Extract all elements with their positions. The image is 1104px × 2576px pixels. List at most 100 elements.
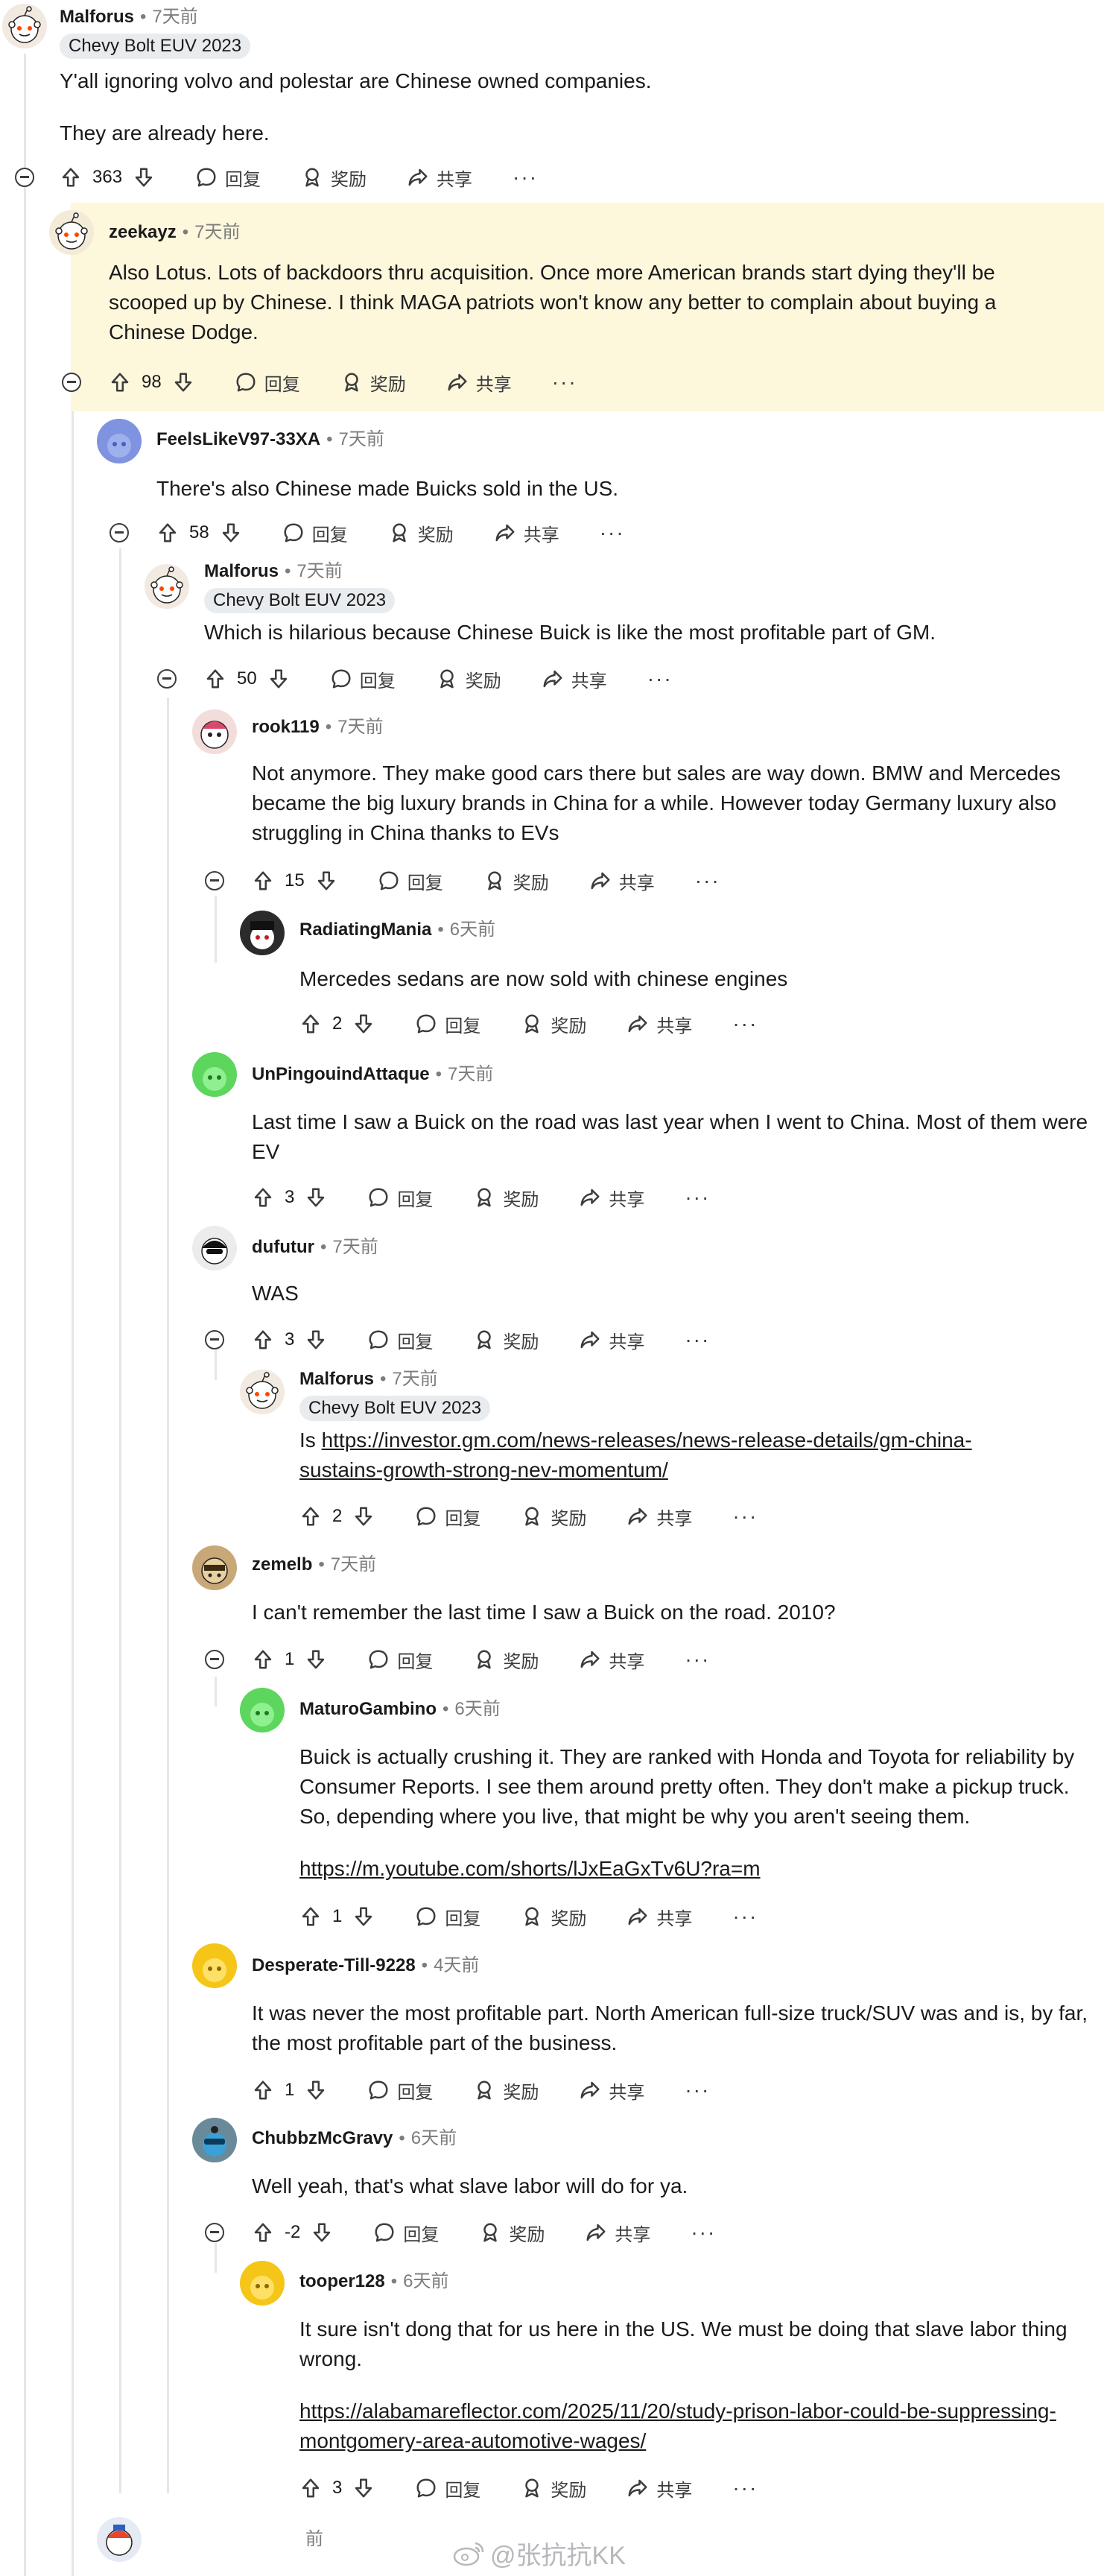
author-link[interactable]: zeekayz	[109, 218, 177, 247]
upvote-icon[interactable]	[252, 1329, 274, 1351]
upvote-icon[interactable]	[252, 2079, 274, 2101]
downvote-icon[interactable]	[305, 2079, 327, 2101]
more-options-button[interactable]: ···	[695, 869, 720, 893]
author-link[interactable]: FeelsLikeV97-33XA	[156, 425, 320, 455]
reply-button[interactable]: 回复	[235, 370, 300, 396]
reply-button[interactable]: 回复	[415, 2475, 480, 2501]
author-link[interactable]: RadiatingMania	[299, 915, 431, 945]
more-options-button[interactable]: ···	[513, 165, 538, 189]
collapse-icon[interactable]	[205, 871, 224, 890]
share-button[interactable]: 共享	[626, 1904, 692, 1930]
award-button[interactable]: 奖励	[521, 1504, 586, 1530]
author-link[interactable]: rook119	[252, 712, 320, 742]
avatar[interactable]	[192, 1943, 237, 1988]
collapse-icon[interactable]	[15, 168, 34, 187]
more-options-button[interactable]: ···	[685, 1648, 710, 1671]
downvote-icon[interactable]	[352, 1905, 375, 1928]
collapse-icon[interactable]	[62, 373, 81, 392]
reply-button[interactable]: 回复	[367, 1327, 433, 1353]
collapse-icon[interactable]	[205, 2223, 224, 2242]
downvote-icon[interactable]	[305, 1329, 327, 1351]
more-options-button[interactable]: ···	[732, 1012, 758, 1036]
award-button[interactable]: 奖励	[521, 1904, 586, 1930]
avatar[interactable]	[192, 1226, 237, 1270]
avatar[interactable]	[97, 2517, 142, 2562]
avatar[interactable]	[97, 419, 142, 463]
reply-button[interactable]: 回复	[367, 2077, 433, 2104]
author-link[interactable]: Malforus	[204, 557, 279, 586]
award-button[interactable]: 奖励	[473, 1327, 539, 1353]
avatar[interactable]	[240, 1688, 285, 1732]
share-button[interactable]: 共享	[579, 1327, 644, 1353]
upvote-icon[interactable]	[299, 1013, 322, 1035]
upvote-icon[interactable]	[252, 1186, 274, 1209]
reply-button[interactable]: 回复	[415, 1904, 480, 1930]
collapse-icon[interactable]	[110, 523, 129, 542]
upvote-icon[interactable]	[156, 522, 179, 544]
share-button[interactable]: 共享	[626, 1011, 692, 1037]
award-button[interactable]: 奖励	[473, 2077, 539, 2104]
reply-button[interactable]: 回复	[378, 868, 443, 894]
collapse-icon[interactable]	[205, 1330, 224, 1349]
award-button[interactable]: 奖励	[483, 868, 549, 894]
avatar[interactable]	[240, 2261, 285, 2306]
reply-button[interactable]: 回复	[373, 2220, 439, 2246]
downvote-icon[interactable]	[311, 2221, 333, 2244]
reply-button[interactable]: 回复	[367, 1647, 433, 1673]
more-options-button[interactable]: ···	[691, 2221, 716, 2244]
avatar[interactable]	[192, 1545, 237, 1590]
author-link[interactable]: ChubbzMcGravy	[252, 2124, 393, 2153]
avatar[interactable]	[240, 1370, 285, 1414]
downvote-icon[interactable]	[220, 522, 242, 544]
upvote-icon[interactable]	[299, 1905, 322, 1928]
avatar[interactable]	[192, 709, 237, 754]
share-button[interactable]: 共享	[542, 666, 607, 692]
more-options-button[interactable]: ···	[685, 1328, 710, 1352]
avatar[interactable]	[240, 911, 285, 955]
collapse-icon[interactable]	[205, 1650, 224, 1669]
share-button[interactable]: 共享	[589, 868, 655, 894]
reply-button[interactable]: 回复	[330, 666, 396, 692]
downvote-icon[interactable]	[315, 870, 337, 892]
author-link[interactable]: MaturoGambino	[299, 1694, 437, 1724]
author-link[interactable]: zemelb	[252, 1550, 312, 1580]
external-link[interactable]: https://alabamareflector.com/2025/11/20/…	[299, 2399, 1056, 2452]
award-button[interactable]: 奖励	[521, 2475, 586, 2501]
share-button[interactable]: 共享	[626, 2475, 692, 2501]
share-button[interactable]: 共享	[407, 165, 472, 191]
reply-button[interactable]: 回复	[367, 1185, 433, 1211]
reply-button[interactable]: 回复	[415, 1504, 480, 1530]
author-link[interactable]: Malforus	[60, 2, 134, 32]
upvote-icon[interactable]	[60, 166, 82, 189]
award-button[interactable]: 奖励	[301, 165, 367, 191]
upvote-icon[interactable]	[252, 870, 274, 892]
reply-button[interactable]: 回复	[415, 1011, 480, 1037]
share-button[interactable]: 共享	[446, 370, 512, 396]
award-button[interactable]: 奖励	[473, 1185, 539, 1211]
author-link[interactable]: dufutur	[252, 1232, 314, 1262]
more-options-button[interactable]: ···	[685, 2078, 710, 2102]
award-button[interactable]: 奖励	[388, 520, 454, 546]
share-button[interactable]: 共享	[626, 1504, 692, 1530]
award-button[interactable]: 奖励	[436, 666, 501, 692]
avatar[interactable]	[145, 564, 189, 609]
external-link[interactable]: https://investor.gm.com/news-releases/ne…	[299, 1428, 972, 1481]
upvote-icon[interactable]	[252, 2221, 274, 2244]
more-options-button[interactable]: ···	[732, 1504, 758, 1528]
author-link[interactable]: Malforus	[299, 1364, 374, 1394]
upvote-icon[interactable]	[204, 668, 226, 690]
author-link[interactable]: tooper128	[299, 2267, 385, 2297]
more-options-button[interactable]: ···	[732, 1905, 758, 1928]
upvote-icon[interactable]	[299, 1505, 322, 1528]
avatar[interactable]	[192, 2118, 237, 2162]
award-button[interactable]: 奖励	[479, 2220, 545, 2246]
downvote-icon[interactable]	[267, 668, 290, 690]
share-button[interactable]: 共享	[579, 1185, 644, 1211]
reply-button[interactable]: 回复	[195, 165, 261, 191]
share-button[interactable]: 共享	[494, 520, 559, 546]
reply-button[interactable]: 回复	[282, 520, 348, 546]
author-link[interactable]: UnPingouindAttaque	[252, 1060, 430, 1089]
upvote-icon[interactable]	[252, 1648, 274, 1671]
upvote-icon[interactable]	[109, 371, 131, 393]
avatar[interactable]	[192, 1052, 237, 1097]
